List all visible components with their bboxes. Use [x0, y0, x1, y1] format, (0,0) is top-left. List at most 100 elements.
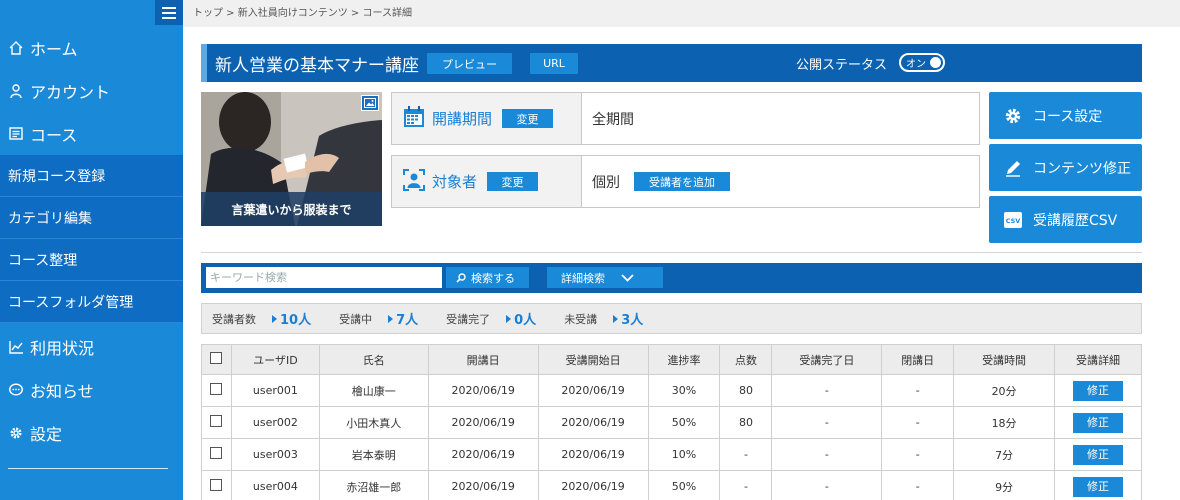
column-header[interactable]: 点数 [719, 344, 773, 375]
sidebar-item-label: 設定 [30, 424, 63, 444]
course-settings-button[interactable]: コース設定 [989, 92, 1142, 139]
hamburger-icon [162, 6, 176, 9]
advanced-search-label: 詳細検索 [561, 271, 605, 285]
column-header[interactable]: 受講時間 [953, 344, 1055, 375]
study-time-cell: 9分 [953, 470, 1055, 500]
public-status-label: 公開ステータス [796, 58, 888, 73]
image-edit-icon[interactable] [361, 95, 379, 111]
sidebar-subitem-course-folder[interactable]: コースフォルダ管理 [0, 281, 183, 323]
name-cell: 小田木真人 [318, 406, 429, 439]
calendar-icon [402, 105, 426, 133]
edit-button[interactable]: 修正 [1072, 380, 1123, 401]
course-period-label-cell: 開講期間 変更 [392, 93, 582, 144]
gear-icon [1003, 106, 1023, 126]
row-checkbox[interactable] [210, 447, 223, 459]
sidebar-item-usage[interactable]: 利用状況 [0, 325, 183, 368]
select-all-checkbox[interactable] [210, 352, 223, 364]
column-header[interactable]: 氏名 [318, 344, 429, 375]
learner-stats: 受講者数 10人 受講中 7人 受講完了 0人 未受講 3人 [201, 303, 1142, 334]
score-cell: - [719, 438, 773, 471]
start-date-cell: 2020/06/19 [537, 470, 649, 500]
row-select-cell [201, 470, 232, 500]
target-label: 対象者 [432, 173, 478, 191]
course-period-value: 全期間 [592, 111, 634, 128]
completed-date-cell: - [771, 406, 883, 439]
gear-icon [8, 425, 24, 441]
triangle-icon [272, 314, 277, 323]
sidebar-item-course[interactable]: コース [0, 112, 183, 155]
page-title: 新人営業の基本マナー講座 [215, 55, 419, 76]
chart-icon [8, 339, 24, 355]
column-header[interactable]: 閉講日 [881, 344, 955, 375]
column-header[interactable]: ユーザID [230, 344, 320, 375]
home-icon [8, 40, 24, 56]
row-checkbox[interactable] [210, 479, 223, 491]
edit-button[interactable]: 修正 [1072, 444, 1123, 465]
row-checkbox[interactable] [210, 415, 223, 427]
name-cell: 岩本泰明 [318, 438, 429, 471]
completed-date-cell: - [771, 470, 883, 500]
edit-button[interactable]: 修正 [1072, 476, 1123, 497]
detail-cell: 修正 [1053, 470, 1143, 500]
add-learner-button[interactable]: 受講者を追加 [634, 172, 730, 191]
study-time-cell: 7分 [953, 438, 1055, 471]
row-checkbox[interactable] [210, 383, 223, 395]
row-select-cell [201, 406, 232, 439]
pencil-icon [1003, 158, 1023, 178]
target-learners-row: 対象者 変更 個別 受講者を追加 [391, 155, 980, 208]
close-date-cell: - [881, 438, 955, 471]
sidebar-item-label: ホーム [30, 39, 78, 59]
sidebar-item-label: お知らせ [30, 381, 94, 401]
history-csv-button[interactable]: CSV 受講履歴CSV [989, 196, 1142, 243]
name-cell: 赤沼雄一郎 [318, 470, 429, 500]
sidebar-subitem-category-edit[interactable]: カテゴリ編集 [0, 197, 183, 239]
progress-cell: 30% [647, 374, 721, 407]
triangle-icon [613, 314, 619, 323]
column-header[interactable]: 開講日 [427, 344, 539, 375]
sidebar-subitem-course-organize[interactable]: コース整理 [0, 239, 183, 281]
close-date-cell: - [881, 374, 955, 407]
target-learners-value-cell: 個別 受講者を追加 [582, 156, 730, 207]
history-csv-label: 受講履歴CSV [1033, 212, 1118, 229]
table-header-row: ユーザID 氏名 開講日 受講開始日 進捗率 点数 受講完了日 閉講日 受講時間… [201, 344, 1143, 375]
search-button[interactable]: 検索する [446, 267, 529, 288]
sidebar-item-account[interactable]: アカウント [0, 69, 183, 112]
breadcrumb: トップ > 新入社員向けコンテンツ > コース詳細 [183, 0, 1180, 27]
sidebar-subitem-new-course[interactable]: 新規コース登録 [0, 155, 183, 197]
user-icon [8, 83, 24, 99]
chevron-down-icon [621, 273, 634, 282]
content-edit-button[interactable]: コンテンツ修正 [989, 144, 1142, 191]
table-row: user001 檜山康一 2020/06/19 2020/06/19 30% 8… [201, 374, 1143, 407]
edit-button[interactable]: 修正 [1072, 412, 1123, 433]
stat-label-not-started: 未受講 [564, 312, 598, 326]
preview-button[interactable]: プレビュー [427, 53, 512, 74]
learners-table: ユーザID 氏名 開講日 受講開始日 進捗率 点数 受講完了日 閉講日 受講時間… [201, 344, 1143, 500]
table-row: user004 赤沼雄一郎 2020/06/19 2020/06/19 50% … [201, 470, 1143, 500]
course-thumbnail[interactable]: 言葉遣いから服装まで [201, 92, 382, 226]
target-value: 個別 [592, 174, 620, 191]
column-header[interactable]: 進捗率 [647, 344, 721, 375]
completed-date-cell: - [771, 374, 883, 407]
table-row: user002 小田木真人 2020/06/19 2020/06/19 50% … [201, 406, 1143, 439]
url-button[interactable]: URL [530, 53, 578, 74]
advanced-search-button[interactable]: 詳細検索 [547, 267, 663, 288]
csv-icon: CSV [1003, 210, 1023, 230]
sidebar-item-settings[interactable]: 設定 [0, 411, 183, 454]
column-header[interactable]: 受講開始日 [537, 344, 649, 375]
period-change-button[interactable]: 変更 [502, 109, 554, 128]
detail-cell: 修正 [1053, 406, 1143, 439]
open-date-cell: 2020/06/19 [427, 438, 539, 471]
sidebar-item-home[interactable]: ホーム [0, 26, 183, 69]
stat-value-text: 7人 [396, 313, 419, 328]
row-select-cell [201, 374, 232, 407]
course-title-bar: 新人営業の基本マナー講座 プレビュー URL 公開ステータス オン [201, 44, 1142, 82]
sidebar-item-news[interactable]: お知らせ [0, 368, 183, 411]
target-change-button[interactable]: 変更 [487, 172, 539, 191]
stat-label-total: 受講者数 [212, 312, 256, 326]
column-header[interactable]: 受講完了日 [771, 344, 883, 375]
public-status-toggle[interactable]: オン [899, 53, 945, 72]
course-settings-label: コース設定 [1033, 108, 1103, 125]
score-cell: 80 [719, 374, 773, 407]
menu-toggle-button[interactable] [155, 0, 183, 25]
keyword-search-input[interactable] [206, 267, 442, 288]
